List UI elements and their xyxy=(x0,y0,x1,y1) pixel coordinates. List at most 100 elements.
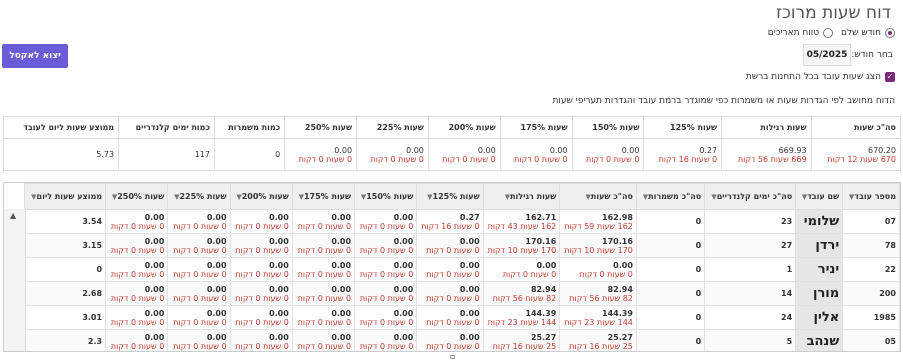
summary-header: שעות 200% xyxy=(427,116,501,139)
hours-cell-h125: 0.00 0 שעות 0 דקות xyxy=(416,257,484,282)
vertical-scrollbar[interactable]: ▲ xyxy=(4,209,26,351)
hours-value: 0.00 xyxy=(269,284,289,294)
shifts-count: 0 xyxy=(635,305,706,330)
employee-id: 07 xyxy=(842,209,900,234)
hours-value: 162.98 xyxy=(602,212,633,222)
summary-cell: 0.00 0 שעות 0 דקות xyxy=(356,138,429,171)
table-row[interactable]: 78 ירדן 27 0 170.16 170 שעות 10 דקות 170.16 170… xyxy=(23,233,900,258)
hours-cell-h125: 0.27 0 שעות 16 דקות xyxy=(416,209,484,234)
date-range-radio[interactable] xyxy=(823,28,834,38)
hours-minutes: 0 שעות 16 דקות xyxy=(421,221,480,231)
column-header[interactable]: שם עובד▼ xyxy=(795,183,844,210)
column-header[interactable]: ממוצע שעות ליום▼ xyxy=(23,183,107,210)
hours-minutes: 0 שעות 0 דקות xyxy=(235,293,289,303)
table-row[interactable]: 07 שלומי 23 0 162.98 162 שעות 59 דקות 162.71 16… xyxy=(23,209,900,234)
hours-minutes: 0 שעות 0 דקות xyxy=(579,269,633,279)
hours-cell-h150: 0.00 0 שעות 0 דקות xyxy=(354,233,418,258)
hours-value: 0.00 xyxy=(206,260,227,270)
column-header[interactable]: שעות 200%▼ xyxy=(229,183,293,210)
hours-minutes: 0 שעות 0 דקות xyxy=(359,317,414,327)
hours-value: 82.94 xyxy=(530,284,557,294)
horizontal-scroll-handle[interactable]: ▫ xyxy=(450,352,455,361)
column-header-label: מספר עובד xyxy=(854,192,896,201)
hours-cell-h250: 0.00 0 שעות 0 דקות xyxy=(105,329,169,351)
show-all-stations-checkbox[interactable]: ✓ xyxy=(885,72,895,82)
employee-name: מורן xyxy=(795,281,844,306)
hours-cell-regular: 82.94 82 שעות 56 דקות xyxy=(482,281,561,306)
hours-value: 0.00 xyxy=(459,260,480,270)
table-row[interactable]: 05 שנהב 5 0 25.27 25 שעות 16 דקות 25.27 25 שעות… xyxy=(23,329,900,351)
column-header[interactable]: סה"כ ימים קלנדריים▼ xyxy=(704,183,797,210)
employee-id: 200 xyxy=(842,281,900,306)
hours-cell-regular: 144.39 144 שעות 23 דקות xyxy=(482,305,561,330)
hours-value: 0.00 xyxy=(393,332,414,342)
hours-cell-h175: 0.00 0 שעות 0 דקות xyxy=(291,305,356,330)
hours-cell-h125: 0.00 0 שעות 0 דקות xyxy=(416,305,484,330)
export-excel-button[interactable]: יצוא לאקסל xyxy=(2,44,68,68)
hours-cell-h200: 0.00 0 שעות 0 דקות xyxy=(229,305,293,330)
month-input[interactable]: 05/2025 xyxy=(803,44,851,66)
column-header[interactable]: סה"כ שעות▼ xyxy=(559,183,637,210)
hours-cell-h200: 0.00 0 שעות 0 דקות xyxy=(229,281,293,306)
hours-minutes: 0 שעות 0 דקות xyxy=(110,221,165,231)
employee-name: ירדן xyxy=(795,233,844,258)
calendar-days: 23 xyxy=(704,209,797,234)
hours-minutes: 162 שעות 43 דקות xyxy=(487,221,557,231)
column-header[interactable]: מספר עובד▼ xyxy=(842,183,900,210)
shifts-count: 0 xyxy=(635,209,706,234)
hours-minutes: 0 שעות 0 דקות xyxy=(426,245,480,255)
hours-minutes: 0 שעות 0 דקות xyxy=(235,221,289,231)
column-header-label: שעות 200% xyxy=(241,192,289,201)
hours-cell-h200: 0.00 0 שעות 0 דקות xyxy=(229,257,293,282)
hours-value: 0.00 xyxy=(144,308,165,318)
table-row[interactable]: 22 יניר 1 0 0.00 0 שעות 0 דקות 0.00 0 שעות 0 דק… xyxy=(23,257,900,282)
hours-value: 0.00 xyxy=(144,212,165,222)
hours-value: 144.39 xyxy=(602,308,633,318)
hours-cell-total: 144.39 144 שעות 23 דקות xyxy=(559,305,637,330)
hours-minutes: 0 שעות 0 דקות xyxy=(426,341,480,351)
column-header[interactable]: שעות 150%▼ xyxy=(354,183,418,210)
hours-cell-h250: 0.00 0 שעות 0 דקות xyxy=(105,281,169,306)
summary-subvalue: 0 שעות 16 דקות xyxy=(658,154,718,164)
hours-value: 0.00 xyxy=(144,332,165,342)
summary-subvalue: 0 שעות 0 דקות xyxy=(514,154,568,164)
hours-cell-total: 0.00 0 שעות 0 דקות xyxy=(559,257,637,282)
hours-minutes: 0 שעות 0 דקות xyxy=(235,317,289,327)
hours-cell-h250: 0.00 0 שעות 0 דקות xyxy=(105,209,169,234)
hours-value: 0.00 xyxy=(144,260,165,270)
table-row[interactable]: 1985 אלין 24 0 144.39 144 שעות 23 דקות 144.39 1… xyxy=(23,305,900,330)
scroll-up-icon[interactable]: ▲ xyxy=(10,211,16,220)
hours-cell-total: 162.98 162 שעות 59 דקות xyxy=(559,209,637,234)
column-header[interactable]: סה"כ משמרות▼ xyxy=(635,183,706,210)
daily-average: 3.01 xyxy=(23,305,107,330)
date-range-label: טווח תאריכים xyxy=(767,28,820,38)
hours-value: 0.00 xyxy=(459,332,480,342)
full-month-radio[interactable] xyxy=(885,28,895,38)
column-header[interactable]: שעות 225%▼ xyxy=(167,183,231,210)
table-row[interactable]: 200 מורן 14 0 82.94 82 שעות 56 דקות 82.94 82 שע… xyxy=(23,281,900,306)
summary-value: 669.93 xyxy=(778,145,807,155)
hours-value: 170.16 xyxy=(602,236,633,246)
column-header[interactable]: שעות 125%▼ xyxy=(416,183,484,210)
column-header[interactable]: שעות 250%▼ xyxy=(105,183,169,210)
summary-header: שעות 125% xyxy=(643,116,723,139)
detail-table: מספר עובד▼ שם עובד▼ סה"כ ימים קלנדריים▼ סה"… xyxy=(23,183,900,351)
summary-cell: 0.00 0 שעות 0 דקות xyxy=(499,138,573,171)
summary-subvalue: 0 שעות 0 דקות xyxy=(585,154,640,164)
column-header-label: סה"כ שעות xyxy=(590,192,633,201)
hours-value: 0.00 xyxy=(393,284,414,294)
summary-header: שעות רגילות xyxy=(721,116,812,139)
hours-value: 0.00 xyxy=(331,284,352,294)
daily-average: 3.15 xyxy=(23,233,107,258)
summary-header: כמות משמרות xyxy=(213,116,286,139)
summary-value: 0.00 xyxy=(334,145,353,155)
summary-header: שעות 175% xyxy=(499,116,573,139)
summary-header: שעות 250% xyxy=(284,116,358,139)
column-header[interactable]: שעות רגילות▼ xyxy=(482,183,561,210)
hours-value: 0.00 xyxy=(206,212,227,222)
hours-minutes: 25 שעות 16 דקות xyxy=(492,341,557,351)
column-header[interactable]: שעות 175%▼ xyxy=(291,183,356,210)
shifts-count: 0 xyxy=(635,281,706,306)
hours-cell-h250: 0.00 0 שעות 0 דקות xyxy=(105,305,169,330)
employee-id: 1985 xyxy=(842,305,900,330)
